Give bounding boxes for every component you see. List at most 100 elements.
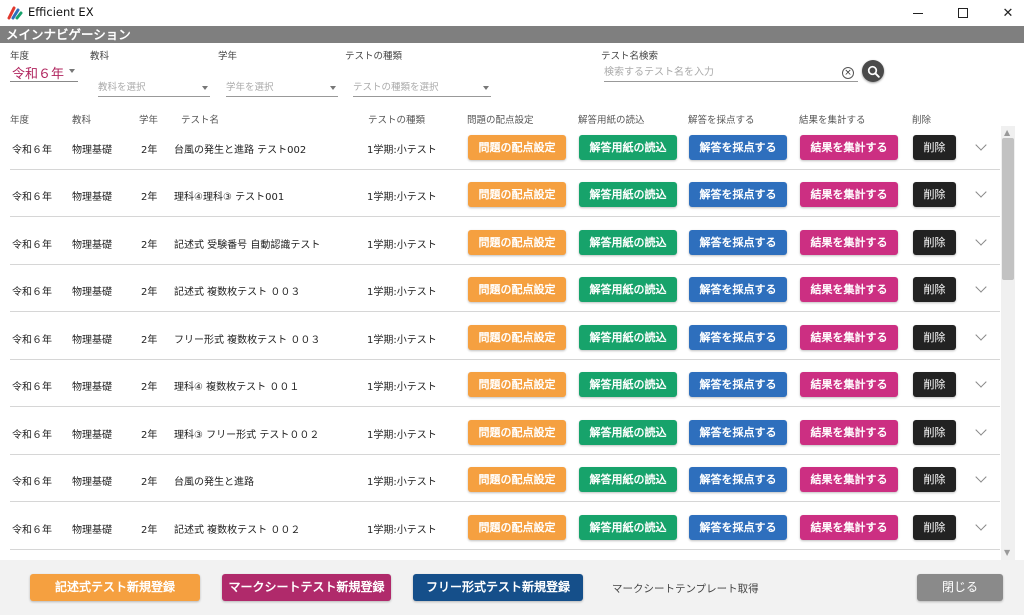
- row-test-name: フリー形式 複数枚テスト ００３: [174, 335, 321, 346]
- chevron-down-icon[interactable]: [975, 186, 987, 198]
- subject-select[interactable]: 教科を選択: [98, 79, 210, 97]
- chevron-down-icon[interactable]: [69, 69, 75, 73]
- aggregate-button[interactable]: 結果を集計する: [800, 325, 898, 350]
- grade-answers-button[interactable]: 解答を採点する: [689, 372, 787, 397]
- maximize-button[interactable]: [940, 0, 986, 26]
- chevron-down-icon[interactable]: [975, 471, 987, 483]
- read-sheets-button[interactable]: 解答用紙の読込: [579, 420, 677, 445]
- row-year: 令和６年: [12, 192, 52, 203]
- row-grade: 2年: [141, 287, 158, 298]
- score-setting-button[interactable]: 問題の配点設定: [468, 182, 566, 207]
- score-setting-button[interactable]: 問題の配点設定: [468, 420, 566, 445]
- row-test-type: 1学期:小テスト: [367, 240, 437, 251]
- score-setting-button[interactable]: 問題の配点設定: [468, 515, 566, 540]
- score-setting-button[interactable]: 問題の配点設定: [468, 277, 566, 302]
- row-year: 令和６年: [12, 145, 52, 156]
- close-button[interactable]: 閉じる: [917, 574, 1003, 601]
- new-free-format-test-button[interactable]: フリー形式テスト新規登録: [413, 574, 583, 601]
- get-marksheet-template-link[interactable]: マークシートテンプレート取得: [612, 581, 759, 596]
- aggregate-button[interactable]: 結果を集計する: [800, 515, 898, 540]
- aggregate-button[interactable]: 結果を集計する: [800, 182, 898, 207]
- read-sheets-button[interactable]: 解答用紙の読込: [579, 135, 677, 160]
- chevron-down-icon[interactable]: [975, 329, 987, 341]
- score-setting-button[interactable]: 問題の配点設定: [468, 372, 566, 397]
- read-sheets-button[interactable]: 解答用紙の読込: [579, 182, 677, 207]
- window-titlebar: Efficient EX ✕: [0, 0, 1024, 26]
- read-sheets-button[interactable]: 解答用紙の読込: [579, 325, 677, 350]
- new-marksheet-test-button[interactable]: マークシートテスト新規登録: [222, 574, 391, 601]
- row-test-type: 1学期:小テスト: [367, 335, 437, 346]
- chevron-down-icon[interactable]: [975, 234, 987, 246]
- table-row: 令和６年 物理基礎 2年 記述式 複数枚テスト ００３ 1学期:小テスト 問題の…: [10, 266, 1000, 312]
- row-subject: 物理基礎: [72, 477, 112, 488]
- test-list: 令和６年 物理基礎 2年 台風の発生と進路 テスト002 1学期:小テスト 問題…: [0, 124, 1000, 552]
- scroll-up-icon[interactable]: ▲: [1004, 128, 1010, 137]
- delete-button[interactable]: 削除: [913, 467, 956, 492]
- new-written-test-button[interactable]: 記述式テスト新規登録: [30, 574, 200, 601]
- minimize-icon: [913, 12, 923, 14]
- grade-answers-button[interactable]: 解答を採点する: [689, 135, 787, 160]
- chevron-down-icon[interactable]: [975, 376, 987, 388]
- search-input[interactable]: [604, 63, 858, 82]
- delete-button[interactable]: 削除: [913, 182, 956, 207]
- score-setting-button[interactable]: 問題の配点設定: [468, 135, 566, 160]
- table-row: 令和６年 物理基礎 2年 理科④理科③ テスト001 1学期:小テスト 問題の配…: [10, 171, 1000, 217]
- table-row: 令和６年 物理基礎 2年 記述式 受験番号 自動認識テスト 1学期:小テスト 問…: [10, 219, 1000, 265]
- minimize-button[interactable]: [895, 0, 941, 26]
- clear-icon[interactable]: ×: [842, 67, 854, 79]
- read-sheets-button[interactable]: 解答用紙の読込: [579, 277, 677, 302]
- row-year: 令和６年: [12, 335, 52, 346]
- vertical-scrollbar[interactable]: ▲ ▼: [1001, 126, 1015, 560]
- grade-answers-button[interactable]: 解答を採点する: [689, 230, 787, 255]
- row-grade: 2年: [141, 525, 158, 536]
- read-sheets-button[interactable]: 解答用紙の読込: [579, 515, 677, 540]
- aggregate-button[interactable]: 結果を集計する: [800, 467, 898, 492]
- delete-button[interactable]: 削除: [913, 515, 956, 540]
- chevron-down-icon[interactable]: [975, 519, 987, 531]
- aggregate-button[interactable]: 結果を集計する: [800, 372, 898, 397]
- score-setting-button[interactable]: 問題の配点設定: [468, 325, 566, 350]
- nav-header: メインナビゲーション: [0, 26, 1024, 43]
- read-sheets-button[interactable]: 解答用紙の読込: [579, 230, 677, 255]
- row-test-name: 台風の発生と進路 テスト002: [174, 145, 307, 156]
- table-row: 令和６年 物理基礎 2年 台風の発生と進路 テスト002 1学期:小テスト 問題…: [10, 124, 1000, 170]
- grade-answers-button[interactable]: 解答を採点する: [689, 182, 787, 207]
- year-select[interactable]: 令和６年: [12, 63, 64, 82]
- scroll-thumb[interactable]: [1002, 138, 1014, 280]
- table-row: 令和６年 物理基礎 2年 台風の発生と進路 1学期:小テスト 問題の配点設定 解…: [10, 456, 1000, 502]
- grade-select[interactable]: 学年を選択: [226, 79, 338, 97]
- aggregate-button[interactable]: 結果を集計する: [800, 230, 898, 255]
- grade-answers-button[interactable]: 解答を採点する: [689, 467, 787, 492]
- row-test-type: 1学期:小テスト: [367, 525, 437, 536]
- aggregate-button[interactable]: 結果を集計する: [800, 135, 898, 160]
- scroll-down-icon[interactable]: ▼: [1004, 548, 1010, 557]
- aggregate-button[interactable]: 結果を集計する: [800, 277, 898, 302]
- delete-button[interactable]: 削除: [913, 230, 956, 255]
- read-sheets-button[interactable]: 解答用紙の読込: [579, 467, 677, 492]
- row-test-name: 記述式 複数枚テスト ００２: [174, 525, 301, 536]
- grade-answers-button[interactable]: 解答を採点する: [689, 420, 787, 445]
- delete-button[interactable]: 削除: [913, 325, 956, 350]
- test-type-select[interactable]: テストの種類を選択: [353, 79, 491, 97]
- grade-select-placeholder: 学年を選択: [226, 82, 274, 93]
- chevron-down-icon[interactable]: [975, 424, 987, 436]
- delete-button[interactable]: 削除: [913, 277, 956, 302]
- search-button[interactable]: [862, 60, 884, 82]
- row-test-type: 1学期:小テスト: [367, 382, 437, 393]
- window-close-button[interactable]: ✕: [985, 0, 1024, 26]
- grade-answers-button[interactable]: 解答を採点する: [689, 515, 787, 540]
- score-setting-button[interactable]: 問題の配点設定: [468, 230, 566, 255]
- aggregate-button[interactable]: 結果を集計する: [800, 420, 898, 445]
- read-sheets-button[interactable]: 解答用紙の読込: [579, 372, 677, 397]
- chevron-down-icon[interactable]: [975, 139, 987, 151]
- delete-button[interactable]: 削除: [913, 372, 956, 397]
- delete-button[interactable]: 削除: [913, 420, 956, 445]
- row-grade: 2年: [141, 477, 158, 488]
- row-test-type: 1学期:小テスト: [367, 192, 437, 203]
- grade-answers-button[interactable]: 解答を採点する: [689, 277, 787, 302]
- score-setting-button[interactable]: 問題の配点設定: [468, 467, 566, 492]
- row-subject: 物理基礎: [72, 192, 112, 203]
- grade-answers-button[interactable]: 解答を採点する: [689, 325, 787, 350]
- chevron-down-icon[interactable]: [975, 281, 987, 293]
- delete-button[interactable]: 削除: [913, 135, 956, 160]
